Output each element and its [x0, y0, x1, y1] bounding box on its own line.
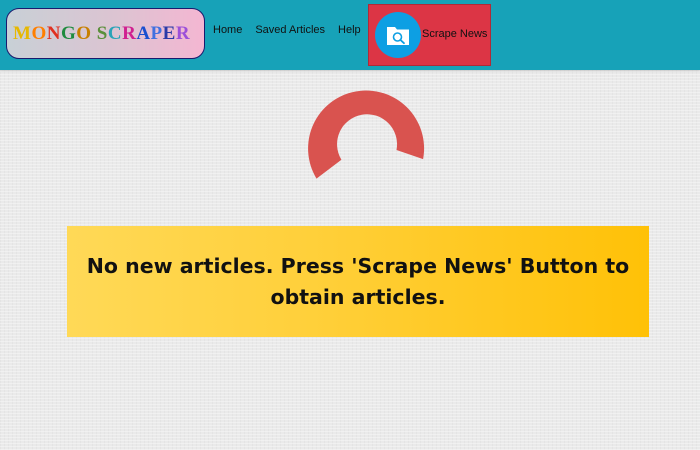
brand-letter: R: [175, 22, 191, 44]
brand-letter: E: [162, 22, 176, 44]
scrape-news-label: Scrape News: [422, 28, 488, 40]
brand-letter: A: [136, 22, 151, 44]
brand-letter: G: [60, 22, 77, 44]
brand-title: MONGO SCRAPER: [13, 23, 190, 45]
scrape-news-button[interactable]: Scrape News: [368, 4, 491, 66]
brand-letter: P: [150, 22, 163, 44]
brand-letter: N: [46, 22, 61, 44]
navbar: MONGO SCRAPER Home Saved Articles Help S…: [0, 0, 700, 70]
brand-letter: C: [107, 22, 123, 44]
nav-links: Home Saved Articles Help: [213, 24, 374, 36]
empty-message-text: No new articles. Press 'Scrape News' But…: [86, 253, 630, 309]
brand-letter: O: [31, 22, 47, 44]
nav-link-home[interactable]: Home: [213, 24, 242, 36]
brand-letter: S: [96, 22, 108, 44]
loading-spinner-icon: [290, 70, 426, 190]
nav-link-saved-articles[interactable]: Saved Articles: [255, 24, 325, 36]
brand-letter: M: [13, 22, 32, 44]
brand-letter: O: [76, 22, 92, 44]
brand-logo[interactable]: MONGO SCRAPER: [6, 8, 205, 59]
nav-link-help[interactable]: Help: [338, 24, 361, 36]
brand-letter: R: [122, 22, 137, 44]
folder-search-icon: [375, 12, 421, 58]
empty-articles-message: No new articles. Press 'Scrape News' But…: [67, 226, 649, 337]
